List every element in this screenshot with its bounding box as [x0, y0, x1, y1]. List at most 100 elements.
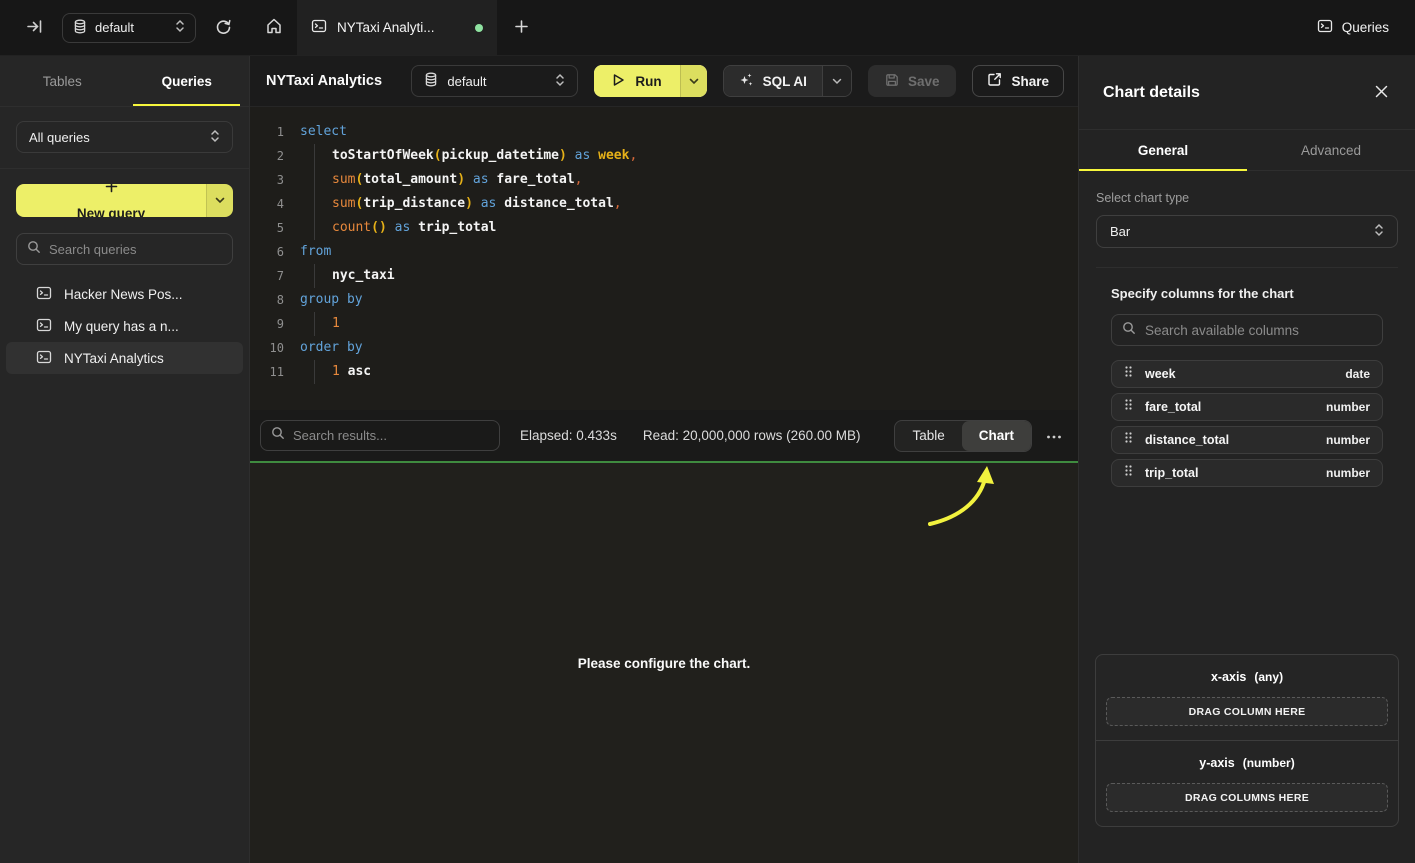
code-line-text: toStartOfWeek(pickup_datetime) as week, [300, 144, 637, 168]
sql-ai-button[interactable]: SQL AI [723, 65, 852, 97]
search-icon [1122, 321, 1136, 340]
x-axis-constraint: (any) [1254, 670, 1283, 684]
query-list-item-label: My query has a n... [64, 319, 179, 334]
terminal-icon [36, 285, 52, 304]
results-search-input[interactable] [293, 428, 489, 443]
search-icon [27, 240, 41, 259]
code-line: 111 asc [258, 360, 1078, 384]
view-toggle-table[interactable]: Table [895, 421, 961, 451]
code-line: 10 order by [258, 336, 1078, 360]
new-query-label: New query [77, 206, 145, 217]
query-list-item[interactable]: My query has a n... [6, 310, 243, 342]
chart-type-label: Select chart type [1096, 191, 1398, 205]
chart-canvas-area: Please configure the chart. [250, 463, 1078, 863]
query-search-input[interactable] [49, 242, 222, 257]
run-dropdown[interactable] [680, 65, 707, 97]
database-selector[interactable]: default [411, 65, 578, 97]
line-number: 8 [258, 288, 284, 312]
run-button[interactable]: Run [594, 65, 706, 97]
column-type: date [1345, 367, 1370, 381]
tab-title: NYTaxi Analyti... [337, 20, 435, 35]
line-number: 10 [258, 336, 284, 360]
sidebar-tabs: Tables Queries [0, 56, 249, 107]
sidebar-tab-queries[interactable]: Queries [125, 56, 250, 106]
collapse-sidebar-button[interactable] [22, 14, 47, 42]
column-name: distance_total [1145, 433, 1229, 447]
results-more-button[interactable] [1042, 424, 1066, 447]
new-tab-button[interactable] [497, 0, 545, 55]
code-line-text: 1 [300, 312, 340, 336]
play-icon [612, 73, 625, 90]
query-filter-value: All queries [29, 130, 90, 145]
x-axis-dropzone[interactable]: DRAG COLUMN HERE [1106, 697, 1388, 726]
y-axis-constraint: (number) [1243, 756, 1295, 770]
share-button[interactable]: Share [972, 65, 1064, 97]
columns-section-label: Specify columns for the chart [1111, 286, 1383, 301]
column-row-fare_total[interactable]: fare_totalnumber [1111, 393, 1383, 421]
columns-section: Specify columns for the chart week date fa… [1096, 286, 1398, 487]
share-icon [987, 72, 1002, 90]
topbar: default NYTaxi Analyti.. [0, 0, 1415, 56]
query-list-item[interactable]: NYTaxi Analytics [6, 342, 243, 374]
code-line: 8group by [258, 288, 1078, 312]
refresh-button[interactable] [211, 14, 236, 42]
column-row-week[interactable]: week date [1111, 360, 1383, 388]
new-query-dropdown[interactable] [206, 184, 233, 217]
page-title: NYTaxi Analytics [266, 73, 382, 89]
code-line: 91 [258, 312, 1078, 336]
chevron-updown-icon [175, 19, 185, 36]
chart-details-panel: Chart details General Advanced Select ch… [1078, 56, 1415, 863]
queries-nav-link[interactable]: Queries [1317, 18, 1389, 37]
results-search [260, 420, 500, 451]
new-query-button[interactable]: New query [16, 184, 233, 217]
elapsed-time: Elapsed: 0.433s [520, 428, 617, 443]
column-type: number [1326, 433, 1370, 447]
code-line-text: count() as trip_total [300, 216, 496, 240]
share-label: Share [1011, 74, 1049, 89]
view-toggle-chart[interactable]: Chart [962, 421, 1031, 451]
drag-handle-icon [1124, 365, 1133, 383]
home-button[interactable] [250, 0, 297, 55]
query-filter-selector[interactable]: All queries [16, 121, 233, 153]
x-axis-label: x-axis [1211, 670, 1246, 684]
sidebar-tab-tables[interactable]: Tables [0, 56, 125, 106]
arrow-to-bar-icon [26, 18, 43, 38]
close-panel-button[interactable] [1374, 84, 1389, 102]
workspace-selector-value: default [95, 20, 167, 35]
column-name: week [1145, 367, 1176, 381]
drag-handle-icon [1124, 464, 1133, 482]
tab-general[interactable]: General [1079, 130, 1247, 170]
column-row-distance_total[interactable]: distance_total number [1111, 426, 1383, 454]
y-axis-label: y-axis [1199, 756, 1234, 770]
line-number: 4 [258, 192, 284, 216]
close-icon [1374, 84, 1389, 102]
sql-ai-dropdown[interactable] [822, 66, 851, 96]
code-line: 4sum(trip_distance) as distance_total, [258, 192, 1078, 216]
database-selector-value: default [447, 74, 546, 89]
query-list-item-label: Hacker News Pos... [64, 287, 183, 302]
chart-type-selector[interactable]: Bar [1096, 215, 1398, 248]
tab-advanced[interactable]: Advanced [1247, 130, 1415, 170]
panel-tabs: General Advanced [1079, 130, 1415, 171]
save-button[interactable]: Save [868, 65, 957, 97]
query-list-item[interactable]: Hacker News Pos... [6, 278, 243, 310]
database-icon [73, 19, 87, 37]
column-row-trip_total[interactable]: trip_totalnumber [1111, 459, 1383, 487]
code-line: 2toStartOfWeek(pickup_datetime) as week, [258, 144, 1078, 168]
drag-handle-icon [1124, 398, 1133, 416]
columns-search-input[interactable] [1145, 323, 1372, 338]
unsaved-changes-dot [475, 24, 483, 32]
sql-editor[interactable]: 1select2toStartOfWeek(pickup_datetime) a… [250, 107, 1078, 410]
database-icon [424, 72, 438, 90]
y-axis-section: y-axis (number) DRAG COLUMNS HERE [1096, 740, 1398, 826]
code-line: 5count() as trip_total [258, 216, 1078, 240]
tab-nytaxi-analytics[interactable]: NYTaxi Analyti... [297, 0, 497, 55]
chart-type-value: Bar [1110, 224, 1130, 239]
code-line-text: order by [300, 336, 363, 360]
workspace-selector[interactable]: default [62, 13, 196, 43]
panel-header: Chart details [1079, 56, 1415, 130]
run-label: Run [635, 74, 661, 89]
y-axis-dropzone[interactable]: DRAG COLUMNS HERE [1106, 783, 1388, 812]
chevron-updown-icon [1374, 223, 1384, 240]
query-list: Hacker News Pos... My query has a n... NYT… [6, 278, 243, 374]
